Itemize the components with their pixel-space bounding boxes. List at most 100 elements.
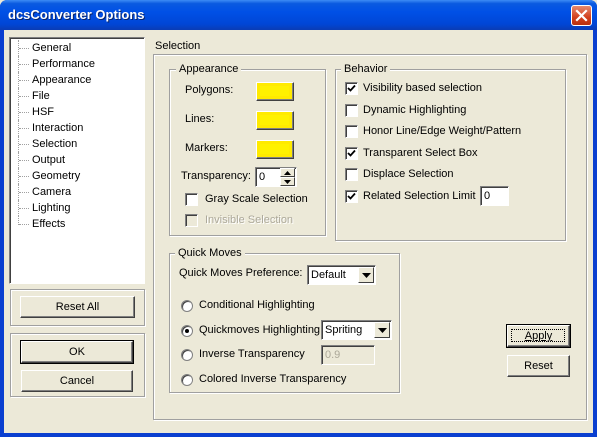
tree-item-effects[interactable]: Effects	[10, 216, 144, 232]
tree-item-general[interactable]: General	[10, 40, 144, 56]
up-arrow-icon	[284, 171, 291, 175]
tree-item-appearance[interactable]: Appearance	[10, 72, 144, 88]
tree-item-label: Performance	[32, 58, 95, 70]
lines-label: Lines:	[185, 113, 215, 125]
quick-moves-group: Quick Moves Quick Moves Preference: Defa…	[169, 247, 400, 393]
highlight-mode-select[interactable]: Spriting	[321, 320, 392, 340]
spin-up-button[interactable]	[280, 168, 295, 177]
polygons-color-button[interactable]	[256, 82, 294, 101]
chevron-down-icon	[378, 328, 387, 333]
honor-line-edge-weight-pattern-label: Honor Line/Edge Weight/Pattern	[363, 125, 522, 137]
colored-inverse-transparency-radio[interactable]	[181, 373, 193, 386]
dialog-body: General Performance Appearance File HSF Inter…	[4, 30, 593, 433]
tree-connector	[18, 120, 30, 136]
related-selection-limit-value: 0	[484, 190, 491, 202]
tree-item-label: HSF	[32, 106, 54, 118]
transparency-label: Transparency:	[181, 170, 251, 182]
tree-connector	[18, 152, 30, 168]
checkmark-icon	[347, 149, 356, 157]
tree-item-output[interactable]: Output	[10, 152, 144, 168]
visibility-based-selection-label: Visibility based selection	[363, 82, 483, 94]
related-selection-limit-checkbox[interactable]	[345, 189, 358, 203]
tree-item-camera[interactable]: Camera	[10, 184, 144, 200]
checkmark-icon	[347, 84, 356, 92]
tree-connector	[18, 168, 30, 184]
related-selection-limit-input[interactable]: 0	[480, 186, 509, 206]
invisible-selection-checkbox[interactable]	[185, 214, 198, 227]
apply-button[interactable]: Apply	[506, 324, 571, 348]
page-title: Selection	[155, 40, 201, 52]
tree-item-hsf[interactable]: HSF	[10, 104, 144, 120]
inverse-transparency-input[interactable]: 0.9	[321, 345, 375, 365]
tree-item-label: Selection	[32, 138, 78, 150]
inverse-transparency-label: Inverse Transparency	[199, 348, 305, 360]
conditional-highlighting-radio[interactable]	[181, 300, 193, 312]
displace-selection-label: Displace Selection	[363, 168, 454, 180]
tree-connector	[18, 88, 30, 104]
close-button[interactable]	[571, 5, 592, 26]
transparent-select-box-checkbox[interactable]	[345, 146, 358, 160]
tree-connector	[18, 56, 30, 72]
tree-item-interaction[interactable]: Interaction	[10, 120, 144, 136]
appearance-legend: Appearance	[176, 63, 242, 75]
transparency-spinner[interactable]	[280, 168, 295, 186]
transparency-spinbox[interactable]: 0	[255, 167, 297, 187]
ok-cancel-frame: OK Cancel	[10, 333, 145, 397]
category-tree[interactable]: General Performance Appearance File HSF Inter…	[9, 37, 145, 284]
quick-moves-preference-value: Default	[311, 269, 346, 281]
tree-connector	[18, 184, 30, 200]
colored-inverse-transparency-label: Colored Inverse Transparency	[199, 372, 347, 385]
inverse-transparency-value: 0.9	[325, 349, 341, 361]
ok-button[interactable]: OK	[20, 340, 134, 364]
reset-all-label: Reset All	[55, 301, 100, 313]
spin-down-button[interactable]	[280, 177, 295, 186]
tree-item-selection[interactable]: Selection	[10, 136, 144, 152]
checkmark-icon	[347, 192, 356, 200]
behavior-legend: Behavior	[341, 63, 391, 75]
tree-connector	[18, 40, 30, 56]
gray-scale-checkbox[interactable]	[185, 193, 198, 206]
options-dialog: dcsConverter Options General Performance A…	[0, 0, 597, 437]
tree-item-performance[interactable]: Performance	[10, 56, 144, 72]
chevron-down-icon	[362, 273, 371, 278]
tree-item-label: Output	[32, 154, 66, 166]
reset-all-button[interactable]: Reset All	[20, 296, 135, 318]
displace-selection-checkbox[interactable]	[345, 168, 358, 181]
transparency-value: 0	[259, 171, 266, 183]
highlight-mode-value: Spriting	[325, 324, 363, 336]
transparent-select-box-label: Transparent Select Box	[363, 146, 478, 159]
title-bar[interactable]: dcsConverter Options	[0, 0, 597, 30]
lines-color-button[interactable]	[256, 111, 294, 130]
quickmoves-highlighting-label: Quickmoves Highlighting	[199, 323, 321, 336]
related-selection-limit-label: Related Selection Limit	[363, 189, 476, 202]
honor-line-edge-weight-pattern-checkbox[interactable]	[345, 125, 358, 138]
reset-all-frame: Reset All	[10, 289, 145, 326]
inverse-transparency-radio[interactable]	[181, 349, 193, 361]
tree-item-label: Effects	[32, 218, 66, 230]
tree-item-label: Interaction	[32, 122, 84, 134]
tree-item-geometry[interactable]: Geometry	[10, 168, 144, 184]
reset-button[interactable]: Reset	[507, 355, 570, 377]
tree-item-label: File	[32, 90, 50, 102]
dynamic-highlighting-checkbox[interactable]	[345, 103, 358, 117]
visibility-based-selection-checkbox[interactable]	[345, 82, 358, 95]
cancel-label: Cancel	[59, 375, 95, 387]
quick-moves-legend: Quick Moves	[175, 247, 245, 259]
highlight-mode-dropdown-button[interactable]	[374, 322, 390, 338]
tree-item-label: Geometry	[32, 170, 81, 182]
behavior-group: Behavior 0 Visibility based selection Dyn…	[335, 63, 566, 241]
markers-label: Markers:	[185, 142, 228, 154]
close-icon	[575, 9, 588, 22]
quickmoves-highlighting-radio[interactable]	[181, 324, 193, 337]
preference-dropdown-button[interactable]	[358, 267, 374, 283]
invisible-selection-label: Invisible Selection	[205, 214, 294, 226]
quick-moves-preference-select[interactable]: Default	[307, 265, 376, 285]
tree-item-label: Appearance	[32, 74, 92, 86]
tree-connector	[18, 200, 30, 216]
cancel-button[interactable]: Cancel	[21, 370, 133, 392]
tree-item-lighting[interactable]: Lighting	[10, 200, 144, 216]
conditional-highlighting-label: Conditional Highlighting	[199, 299, 315, 311]
tree-item-file[interactable]: File	[10, 88, 144, 104]
quick-moves-preference-label: Quick Moves Preference:	[179, 267, 303, 279]
markers-color-button[interactable]	[256, 140, 294, 159]
